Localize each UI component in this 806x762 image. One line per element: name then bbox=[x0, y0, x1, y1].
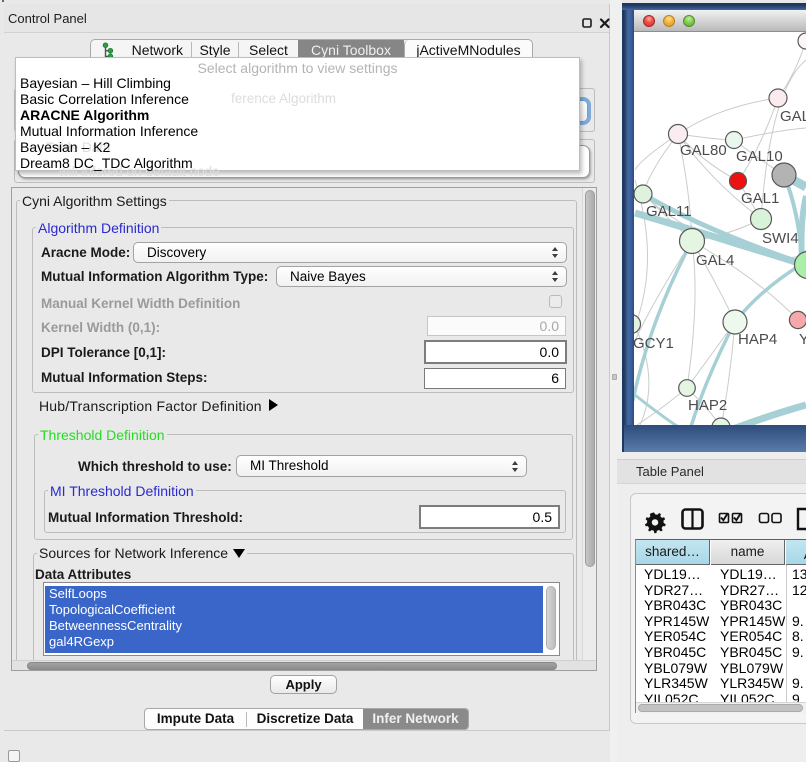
svg-text:SWI4: SWI4 bbox=[762, 230, 799, 247]
svg-text:GAL: GAL bbox=[780, 108, 806, 125]
svg-text:GAL1: GAL1 bbox=[741, 190, 779, 207]
svg-text:GCY1: GCY1 bbox=[634, 335, 674, 352]
svg-text:Y: Y bbox=[799, 331, 806, 348]
svg-text:GAL11: GAL11 bbox=[646, 203, 692, 220]
svg-text:GAL4: GAL4 bbox=[696, 252, 734, 269]
svg-text:HAP4: HAP4 bbox=[738, 331, 777, 348]
svg-text:GAL10: GAL10 bbox=[736, 148, 783, 165]
svg-text:HAP2: HAP2 bbox=[688, 397, 727, 414]
svg-text:GAL80: GAL80 bbox=[680, 142, 727, 159]
